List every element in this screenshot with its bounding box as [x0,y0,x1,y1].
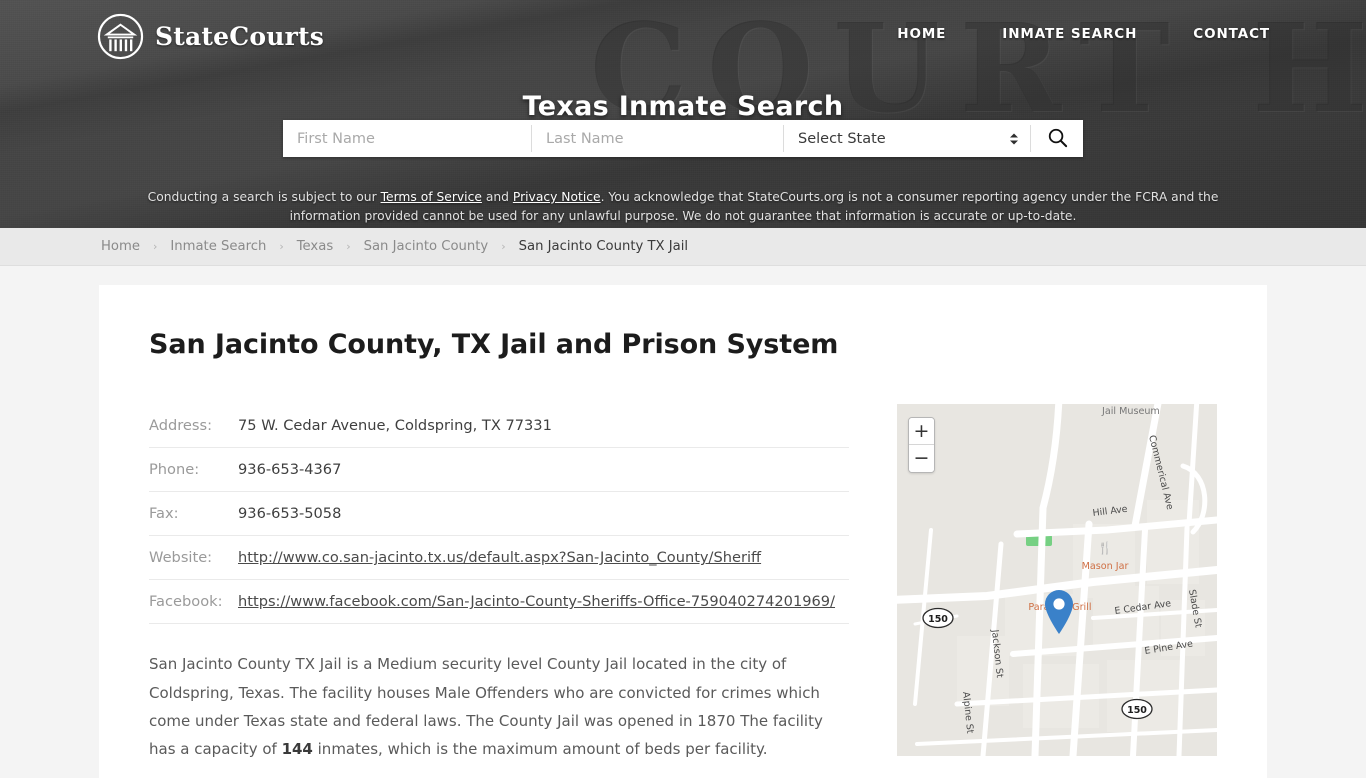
state-select[interactable]: Select State [784,120,1030,157]
info-label-facebook: Facebook: [149,593,223,611]
breadcrumb-item-inmate-search[interactable]: Inmate Search [170,239,266,254]
info-label-fax: Fax: [149,505,179,523]
description-after-bold: inmates, which is the maximum amount of … [312,740,768,759]
state-select-wrapper: Select State [784,120,1030,157]
svg-text:150: 150 [1127,705,1147,716]
table-row: Fax: 936-653-5058 [149,492,849,536]
info-label-address: Address: [149,417,213,434]
facility-heading: San Jacinto County, TX Jail and Prison S… [149,329,839,360]
highway-shield-150-left: 150 [922,607,954,629]
table-row: Website: http://www.co.san-jacinto.tx.us… [149,536,849,580]
breadcrumb-item-texas[interactable]: Texas [297,239,333,254]
inmate-search-form: Select State [283,120,1083,157]
map-zoom-controls: + − [908,417,935,473]
map-label-mason-jar: Mason Jar [1082,561,1129,572]
breadcrumb-bar: Home › Inmate Search › Texas › San Jacin… [0,228,1366,266]
content-card: San Jacinto County, TX Jail and Prison S… [99,285,1267,778]
table-row: Facebook: https://www.facebook.com/San-J… [149,580,849,624]
brand-logo-link[interactable]: StateCourts [97,13,324,60]
table-row: Address: 75 W. Cedar Avenue, Coldspring,… [149,404,849,448]
highway-shield-150-right: 150 [1121,698,1153,720]
facebook-link[interactable]: https://www.facebook.com/San-Jacinto-Cou… [238,593,835,610]
breadcrumb-item-current: San Jacinto County TX Jail [518,239,689,254]
top-navigation: HOME INMATE SEARCH CONTACT [897,26,1270,42]
breadcrumb: Home › Inmate Search › Texas › San Jacin… [0,239,688,254]
map-zoom-out-button[interactable]: − [909,445,934,472]
page-title: Texas Inmate Search [522,91,844,123]
disclaimer-part-1: Conducting a search is subject to our [147,190,381,205]
map-column: Jail Museum Commerical Ave Hill Ave E Ce… [897,404,1217,778]
search-icon [1046,126,1069,152]
facility-details-column: Address: 75 W. Cedar Avenue, Coldspring,… [149,404,849,778]
breadcrumb-item-home[interactable]: Home [101,239,140,254]
map-label-jail-museum: Jail Museum [1101,406,1160,417]
info-label-phone: Phone: [149,461,200,479]
search-submit-button[interactable] [1031,120,1083,157]
location-map[interactable]: Jail Museum Commerical Ave Hill Ave E Ce… [897,404,1217,756]
map-zoom-in-button[interactable]: + [909,418,934,445]
facility-description: San Jacinto County TX Jail is a Medium s… [149,650,849,763]
restaurant-icon: 🍴 [1098,541,1113,555]
terms-of-service-link[interactable]: Terms of Service [381,190,482,204]
breadcrumb-separator-icon: › [501,240,506,253]
courthouse-circle-logo-icon [97,13,144,60]
search-disclaimer: Conducting a search is subject to our Te… [0,188,1366,226]
breadcrumb-separator-icon: › [152,240,158,253]
website-link[interactable]: http://www.co.san-jacinto.tx.us/default.… [238,549,761,566]
description-capacity-value: 144 [281,740,313,759]
nav-item-inmate-search[interactable]: INMATE SEARCH [1002,26,1137,42]
info-value-facebook: https://www.facebook.com/San-Jacinto-Cou… [238,580,849,624]
breadcrumb-separator-icon: › [279,240,284,253]
disclaimer-part-2: and [481,190,513,205]
privacy-notice-link[interactable]: Privacy Notice [513,190,601,204]
breadcrumb-separator-icon: › [346,240,351,253]
info-value-fax: 936-653-5058 [238,505,342,523]
site-header: COURT HOUSE StateCourts HOME [0,0,1366,228]
nav-item-contact[interactable]: CONTACT [1193,26,1270,42]
facility-info-table: Address: 75 W. Cedar Avenue, Coldspring,… [149,404,849,624]
info-value-phone: 936-653-4367 [238,461,342,479]
info-value-website: http://www.co.san-jacinto.tx.us/default.… [238,536,849,580]
info-label-website: Website: [149,549,213,567]
brand-name: StateCourts [155,22,324,51]
nav-item-home[interactable]: HOME [897,26,946,42]
last-name-input[interactable] [532,120,783,157]
info-value-address: 75 W. Cedar Avenue, Coldspring, TX 77331 [238,417,552,434]
svg-text:150: 150 [928,614,948,625]
first-name-input[interactable] [283,120,531,157]
map-tiles: Jail Museum Commerical Ave Hill Ave E Ce… [897,404,1217,756]
breadcrumb-item-san-jacinto-county[interactable]: San Jacinto County [364,239,489,254]
table-row: Phone: 936-653-4367 [149,448,849,492]
